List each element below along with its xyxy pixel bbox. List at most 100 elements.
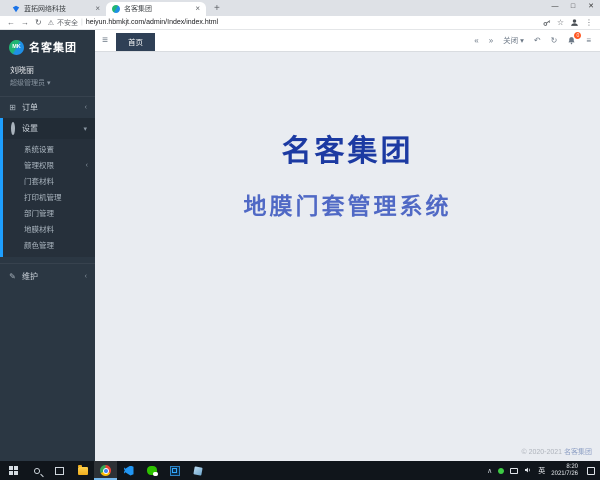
browser-window: 蓝拓网络科技 × 名客集团 × + — □ ✕ ← → ↻ ⚠ 不安全 | he… xyxy=(0,0,600,480)
sidebar-item-label: 订单 xyxy=(22,102,38,113)
chevron-left-icon: ‹ xyxy=(86,162,88,169)
browser-toolbar: ← → ↻ ⚠ 不安全 | heiyun.hbmkjt.com/admin/In… xyxy=(0,16,600,30)
not-secure-warning-icon: ⚠ xyxy=(48,19,54,27)
sidebar-item-color-management[interactable]: 颜色管理 xyxy=(3,237,95,253)
sidebar-item-maintain[interactable]: ✎ 维护 ‹ xyxy=(0,266,95,287)
task-view-icon xyxy=(55,467,64,475)
close-tabs-label: 关闭 xyxy=(503,35,518,46)
submenu-label: 门套材料 xyxy=(24,176,54,187)
browser-tab-mingke[interactable]: 名客集团 × xyxy=(106,2,206,16)
tab-title: 名客集团 xyxy=(124,4,191,14)
password-key-icon[interactable] xyxy=(543,19,551,27)
file-explorer-button[interactable] xyxy=(71,461,94,480)
footer-company-link[interactable]: 名客集团 xyxy=(564,449,592,456)
sidebar-logo[interactable]: MK 名客集团 xyxy=(0,30,95,62)
blue-app-taskbar-button[interactable] xyxy=(163,461,186,480)
mingke-favicon-icon xyxy=(112,5,120,13)
address-divider: | xyxy=(81,19,83,26)
user-role-dropdown[interactable]: 超级管理员 ▾ xyxy=(10,78,85,88)
volume-icon[interactable] xyxy=(524,466,532,476)
chevron-left-icon: ‹ xyxy=(85,273,87,280)
wechat-taskbar-button[interactable] xyxy=(140,461,163,480)
notification-badge: 0 xyxy=(574,32,581,39)
admin-app: MK 名客集团 刘晓丽 超级管理员 ▾ ⊞ 订单 ‹ 设置 ▾ xyxy=(0,30,600,461)
taskbar-search-button[interactable] xyxy=(25,461,48,480)
taskbar-clock[interactable]: 8:20 2021/7/26 xyxy=(551,464,578,478)
submenu-label: 打印机管理 xyxy=(24,192,62,203)
network-monitor-icon[interactable] xyxy=(510,468,518,474)
close-tabs-dropdown[interactable]: 关闭 ▾ xyxy=(503,35,524,46)
ime-indicator[interactable]: 英 xyxy=(538,466,545,476)
action-center-icon[interactable] xyxy=(587,467,595,475)
windows-logo-icon xyxy=(9,466,18,475)
url-text[interactable]: heiyun.hbmkjt.com/admin/Index/index.html xyxy=(86,19,218,26)
wechat-icon xyxy=(147,466,157,475)
chevron-left-icon: ‹ xyxy=(85,104,87,111)
sidebar-item-department-management[interactable]: 部门管理 xyxy=(3,205,95,221)
footer-copyright: © 2020-2021 名客集团 xyxy=(521,447,592,457)
new-tab-button[interactable]: + xyxy=(214,3,220,14)
main-panel: ≡ 首页 « » 关闭 ▾ ↶ ↻ 0 ≡ xyxy=(95,30,600,461)
gear-icon xyxy=(8,124,17,133)
submenu-label: 颜色管理 xyxy=(24,240,54,251)
bookmark-star-icon[interactable]: ☆ xyxy=(557,18,564,27)
start-button[interactable] xyxy=(2,461,25,480)
blue-app-icon xyxy=(170,466,180,476)
page-subtitle: 地膜门套管理系统 xyxy=(95,187,600,221)
sidebar-section-maintain: ✎ 维护 ‹ xyxy=(0,263,95,287)
clock-date: 2021/7/26 xyxy=(551,471,578,478)
vscode-icon xyxy=(124,466,134,476)
back-icon[interactable]: ← xyxy=(7,18,15,27)
reload-icon[interactable]: ↻ xyxy=(35,18,42,27)
sidebar-item-orders[interactable]: ⊞ 订单 ‹ xyxy=(0,97,95,118)
forward-icon[interactable]: → xyxy=(21,18,29,27)
refresh-icon[interactable]: ↻ xyxy=(551,36,558,45)
tab-close-icon[interactable]: × xyxy=(95,5,100,13)
tray-expand-icon[interactable]: ∧ xyxy=(487,467,492,475)
box-app-taskbar-button[interactable] xyxy=(186,461,209,480)
task-view-button[interactable] xyxy=(48,461,71,480)
vscode-taskbar-button[interactable] xyxy=(117,461,140,480)
scroll-tabs-right-icon[interactable]: » xyxy=(489,36,493,45)
sidebar-item-label: 维护 xyxy=(22,271,38,282)
chrome-icon xyxy=(100,465,111,476)
submenu-label: 地膜材料 xyxy=(24,224,54,235)
sidebar: MK 名客集团 刘晓丽 超级管理员 ▾ ⊞ 订单 ‹ 设置 ▾ xyxy=(0,30,95,461)
window-controls: — □ ✕ xyxy=(546,0,600,12)
caret-down-icon: ▾ xyxy=(520,36,524,45)
windows-taskbar: ∧ 英 8:20 2021/7/26 xyxy=(0,461,600,480)
hamburger-menu-icon[interactable]: ≡ xyxy=(95,30,115,51)
user-panel: 刘晓丽 超级管理员 ▾ xyxy=(0,62,95,97)
sidebar-item-admin-permissions[interactable]: 管理权限 ‹ xyxy=(3,157,95,173)
search-icon xyxy=(34,468,40,474)
restore-button[interactable]: □ xyxy=(564,0,582,12)
notification-bell-icon[interactable]: 0 xyxy=(567,36,576,45)
submenu-label: 部门管理 xyxy=(24,208,54,219)
sidebar-item-system-settings[interactable]: 系统设置 xyxy=(3,141,95,157)
scroll-tabs-left-icon[interactable]: « xyxy=(474,36,478,45)
undo-icon[interactable]: ↶ xyxy=(534,36,541,45)
tab-title: 蓝拓网络科技 xyxy=(24,4,91,14)
copyright-years: © 2020-2021 xyxy=(521,449,562,456)
sidebar-item-printer-management[interactable]: 打印机管理 xyxy=(3,189,95,205)
tab-home[interactable]: 首页 xyxy=(116,33,155,51)
close-button[interactable]: ✕ xyxy=(582,0,600,12)
tab-close-icon[interactable]: × xyxy=(195,5,200,13)
orders-grid-icon: ⊞ xyxy=(8,103,17,112)
sidebar-item-settings[interactable]: 设置 ▾ xyxy=(3,118,95,139)
not-secure-label[interactable]: 不安全 xyxy=(57,18,78,28)
browser-tab-lantuo[interactable]: 蓝拓网络科技 × xyxy=(6,2,106,16)
browser-menu-icon[interactable]: ⋮ xyxy=(585,18,593,27)
profile-avatar[interactable] xyxy=(570,18,579,27)
folder-icon xyxy=(78,467,88,475)
clock-time: 8:20 xyxy=(551,464,578,471)
chrome-taskbar-button[interactable] xyxy=(94,461,117,480)
address-bar[interactable]: ⚠ 不安全 | heiyun.hbmkjt.com/admin/Index/in… xyxy=(48,18,537,28)
layout-list-icon[interactable]: ≡ xyxy=(586,36,591,45)
sidebar-item-film-materials[interactable]: 地膜材料 xyxy=(3,221,95,237)
tray-wechat-icon[interactable] xyxy=(498,468,504,474)
minimize-button[interactable]: — xyxy=(546,0,564,12)
sidebar-item-door-materials[interactable]: 门套材料 xyxy=(3,173,95,189)
user-name: 刘晓丽 xyxy=(10,65,85,76)
sidebar-item-label: 设置 xyxy=(22,123,38,134)
